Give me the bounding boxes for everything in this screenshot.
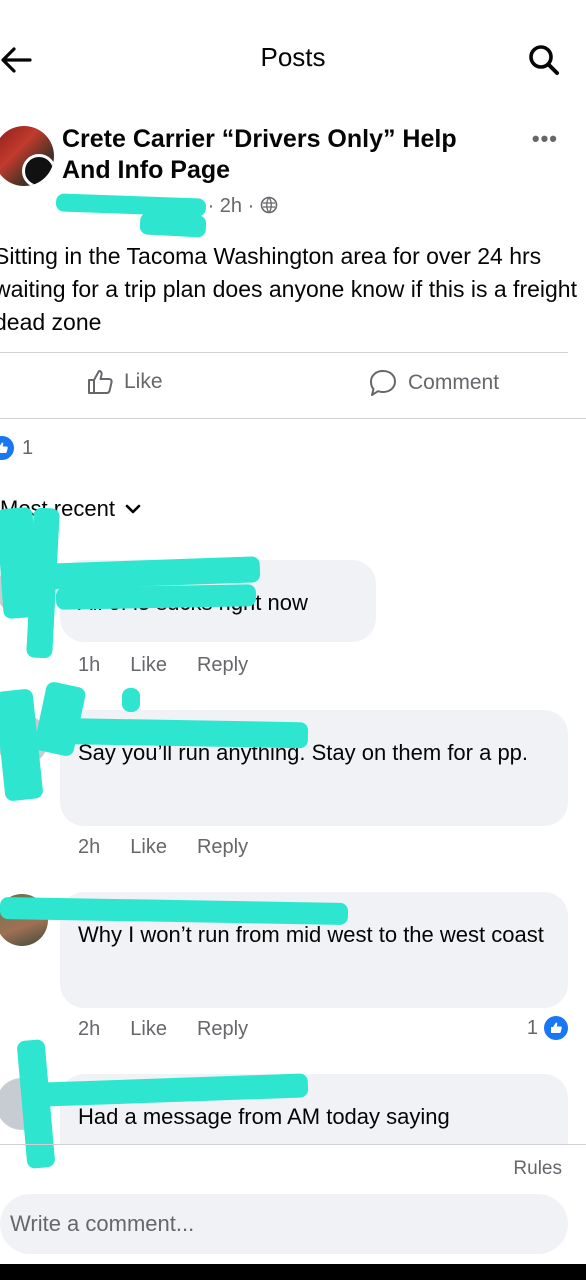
more-icon[interactable]: ••• xyxy=(532,126,558,152)
author-avatar[interactable] xyxy=(22,154,54,186)
post-text: Sitting in the Tacoma Washington area fo… xyxy=(0,243,577,335)
status-bar xyxy=(0,0,586,14)
page-title: Posts xyxy=(260,42,326,72)
comment-icon xyxy=(370,370,396,396)
like-reaction-icon xyxy=(0,436,14,460)
chevron-down-icon xyxy=(125,504,141,514)
rules-link[interactable]: Rules xyxy=(513,1158,562,1180)
like-label: Like xyxy=(124,370,163,393)
search-button[interactable] xyxy=(526,42,562,78)
search-icon xyxy=(529,45,559,75)
header: Posts xyxy=(0,30,586,88)
redaction-scribble xyxy=(139,212,207,238)
like-reaction-icon xyxy=(544,1016,568,1040)
system-nav-bar xyxy=(0,1264,586,1280)
comment-reply-button[interactable]: Reply xyxy=(197,1018,248,1041)
comment-text: Had a message from AM today saying xyxy=(78,1104,450,1129)
comment-label: Comment xyxy=(408,371,500,394)
comment-like-button[interactable]: Like xyxy=(130,654,167,677)
reaction-count: 1 xyxy=(22,436,34,459)
globe-icon xyxy=(260,196,278,214)
comment-actions: 2h Like Reply xyxy=(78,836,248,859)
comment-reactions[interactable]: 1 xyxy=(527,1016,568,1040)
comment-actions: 2h Like Reply xyxy=(78,1018,248,1041)
redaction-scribble xyxy=(122,688,140,712)
comment-reaction-count: 1 xyxy=(526,1016,538,1039)
reaction-summary[interactable]: 1 xyxy=(0,436,33,460)
like-button[interactable]: Like xyxy=(86,368,163,396)
comment-text: Why I won’t run from mid west to the wes… xyxy=(78,922,544,947)
redaction-scribble xyxy=(55,584,257,610)
comment-time: 2h xyxy=(78,1018,101,1040)
comment-time: 1h xyxy=(78,654,101,676)
divider xyxy=(0,352,568,353)
comment-button[interactable]: Comment xyxy=(368,368,499,398)
comment-composer[interactable] xyxy=(0,1194,568,1254)
post-actions: Like Comment xyxy=(0,362,586,408)
divider xyxy=(0,418,586,419)
comment-like-button[interactable]: Like xyxy=(130,1018,167,1041)
comment-like-button[interactable]: Like xyxy=(130,836,167,859)
post-time: · 2h · xyxy=(207,195,255,217)
comment-reply-button[interactable]: Reply xyxy=(197,654,248,677)
group-name[interactable]: Crete Carrier “Drivers Only” Help And In… xyxy=(62,124,502,186)
comment-reply-button[interactable]: Reply xyxy=(197,836,248,859)
redaction-scribble xyxy=(0,896,349,926)
redaction-scribble xyxy=(39,717,309,749)
comment-time: 2h xyxy=(78,836,101,858)
comment-actions: 1h Like Reply xyxy=(78,654,248,677)
like-icon xyxy=(88,370,113,394)
group-avatar[interactable] xyxy=(0,126,54,186)
comment-input[interactable] xyxy=(0,1194,568,1254)
divider xyxy=(0,1144,586,1145)
